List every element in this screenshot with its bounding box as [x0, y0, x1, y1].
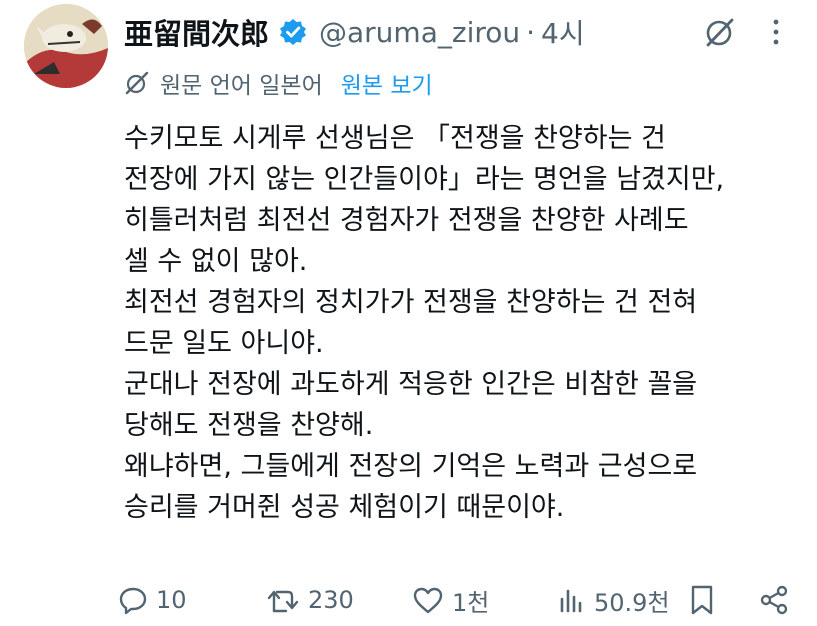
post-text-line: 전장에 가지 않는 인간들이야」라는 명언을 남겼지만, — [124, 164, 725, 195]
bookmark-button[interactable] — [688, 578, 716, 622]
post-text-line: 승리를 거머쥔 성공 체험이기 때문이야. — [124, 492, 565, 523]
separator-dot: · — [526, 15, 536, 49]
views-button[interactable]: 50.9천 — [556, 578, 670, 622]
avatar-illustration — [24, 4, 108, 88]
repost-button[interactable]: 230 — [266, 578, 354, 622]
display-name[interactable]: 亜留間次郎 — [124, 11, 269, 53]
grok-icon — [706, 18, 734, 47]
avatar[interactable] — [24, 4, 108, 88]
reply-icon — [119, 587, 147, 615]
translate-icon — [124, 70, 150, 96]
post-header: 亜留間次郎 @aruma_zirou · 4시 — [124, 10, 585, 54]
repost-count: 230 — [308, 586, 354, 614]
post-text-line: 당해도 전쟁을 찬양해. — [124, 410, 374, 441]
views-chart-icon — [560, 589, 582, 613]
reply-button[interactable]: 10 — [118, 578, 187, 622]
verified-badge-icon — [279, 18, 307, 46]
action-bar: 10 230 1천 50.9천 — [118, 578, 808, 622]
grok-button[interactable] — [700, 12, 740, 52]
views-count: 50.9천 — [594, 588, 670, 617]
post-text: 수키모토 시게루 선생님은 「전쟁을 찬양하는 건 전장에 가지 않는 인간들이… — [124, 118, 804, 528]
post-text-line: 군대나 전장에 과도하게 적응한 인간은 비참한 꼴을 — [124, 369, 698, 400]
post-text-line: 셀 수 없이 많아. — [124, 246, 308, 277]
share-icon — [760, 585, 788, 615]
more-vertical-icon — [773, 19, 779, 45]
user-handle[interactable]: @aruma_zirou — [319, 16, 520, 49]
reply-count: 10 — [156, 586, 187, 614]
post-text-line: 히틀러처럼 최전선 경험자가 전쟁을 찬양한 사례도 — [124, 205, 689, 236]
like-count: 1천 — [452, 588, 490, 617]
share-button[interactable] — [758, 578, 790, 622]
translation-row: 원문 언어 일본어 원본 보기 — [124, 64, 433, 102]
post-text-line: 왜냐하면, 그들에게 전장의 기억은 노력과 근성으로 — [124, 451, 698, 482]
show-original-link[interactable]: 원본 보기 — [341, 66, 433, 100]
heart-icon — [413, 587, 443, 614]
bookmark-icon — [691, 585, 713, 615]
translation-label: 원문 언어 일본어 — [160, 73, 323, 99]
like-button[interactable]: 1천 — [412, 578, 489, 622]
post-time[interactable]: 4시 — [541, 12, 585, 52]
post-text-line: 최전선 경험자의 정치가가 전쟁을 찬양하는 건 전혀 — [124, 287, 698, 318]
post-text-line: 수키모토 시게루 선생님은 「전쟁을 찬양하는 건 — [124, 123, 666, 154]
more-options-button[interactable] — [758, 12, 794, 52]
repost-icon — [267, 590, 299, 613]
post-text-line: 드문 일도 아니야. — [124, 328, 324, 359]
